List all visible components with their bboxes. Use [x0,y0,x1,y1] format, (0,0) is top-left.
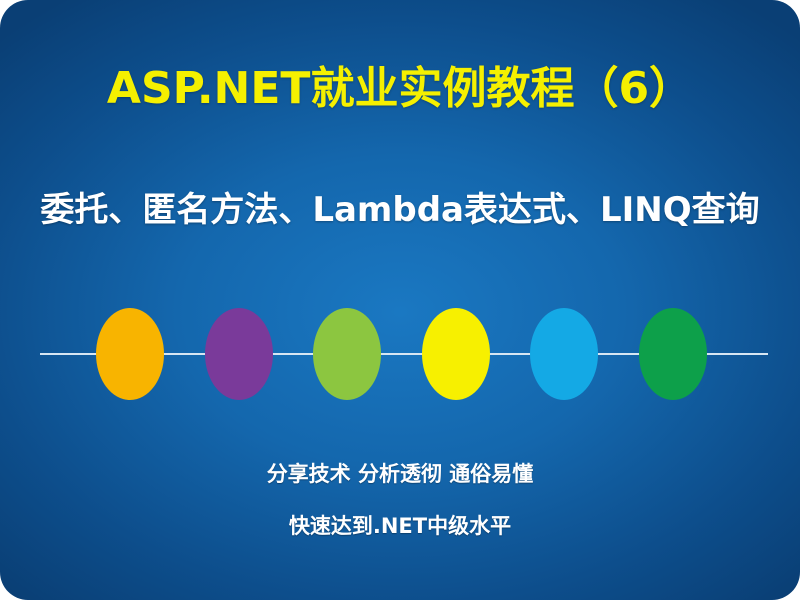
green-circle [313,308,381,400]
purple-circle [205,308,273,400]
tagline: 分享技术 分析透彻 通俗易懂 [266,462,534,486]
timeline-line [40,353,768,355]
slide-title: ASP.NET就业实例教程（6） [106,63,694,114]
orange-circle [96,308,164,400]
slide-subtitle: 委托、匿名方法、Lambda表达式、LINQ查询 [40,190,760,230]
yellow-circle [422,308,490,400]
lightblue-circle [530,308,598,400]
tagline-secondary: 快速达到.NET中级水平 [288,514,512,538]
slide: ASP.NET就业实例教程（6） 委托、匿名方法、Lambda表达式、LINQ查… [0,0,800,600]
darkgreen-circle [639,308,707,400]
